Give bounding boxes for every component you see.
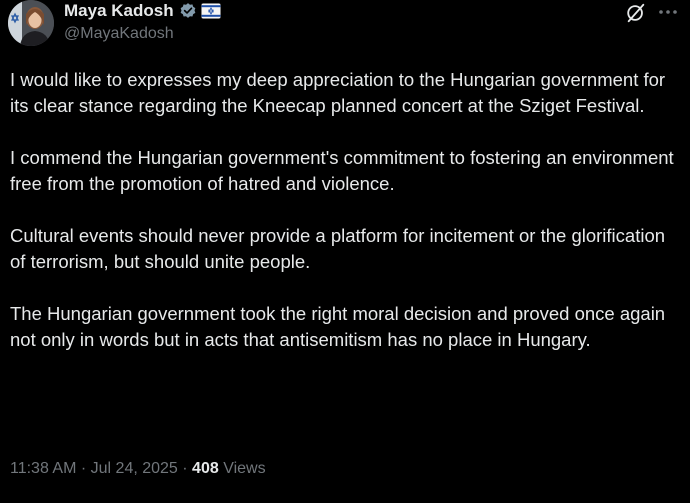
tweet-paragraph: I commend the Hungarian government's com… [10, 147, 679, 194]
tweet-paragraph: I would like to expresses my deep apprec… [10, 69, 671, 116]
meta-separator: · [76, 460, 91, 477]
author-block: Maya Kadosh @MayaKadosh [64, 0, 221, 45]
tweet-time[interactable]: 11:38 AM [10, 460, 76, 477]
tweet-date[interactable]: Jul 24, 2025 [91, 460, 178, 477]
views-label[interactable]: Views [223, 460, 265, 477]
israel-flag-icon[interactable] [200, 3, 221, 19]
display-name[interactable]: Maya Kadosh [64, 0, 174, 22]
meta-separator: · [177, 460, 193, 477]
grok-icon[interactable] [625, 2, 647, 24]
tweet-paragraph: Cultural events should never provide a p… [10, 225, 671, 272]
views-count[interactable]: 408 [192, 460, 219, 477]
tweet-meta: 11:38 AM · Jul 24, 2025 · 408 Views [10, 458, 266, 480]
name-row: Maya Kadosh [64, 0, 221, 22]
tweet-card: Maya Kadosh @MayaKadosh I would like to … [0, 0, 690, 503]
tweet-paragraph: The Hungarian government took the right … [10, 303, 671, 350]
verified-badge-icon[interactable] [179, 2, 197, 20]
avatar[interactable] [8, 0, 54, 46]
avatar-image [8, 0, 54, 46]
more-options-icon[interactable] [656, 2, 680, 22]
user-handle[interactable]: @MayaKadosh [64, 23, 221, 45]
tweet-text: I would like to expresses my deep apprec… [10, 67, 682, 353]
